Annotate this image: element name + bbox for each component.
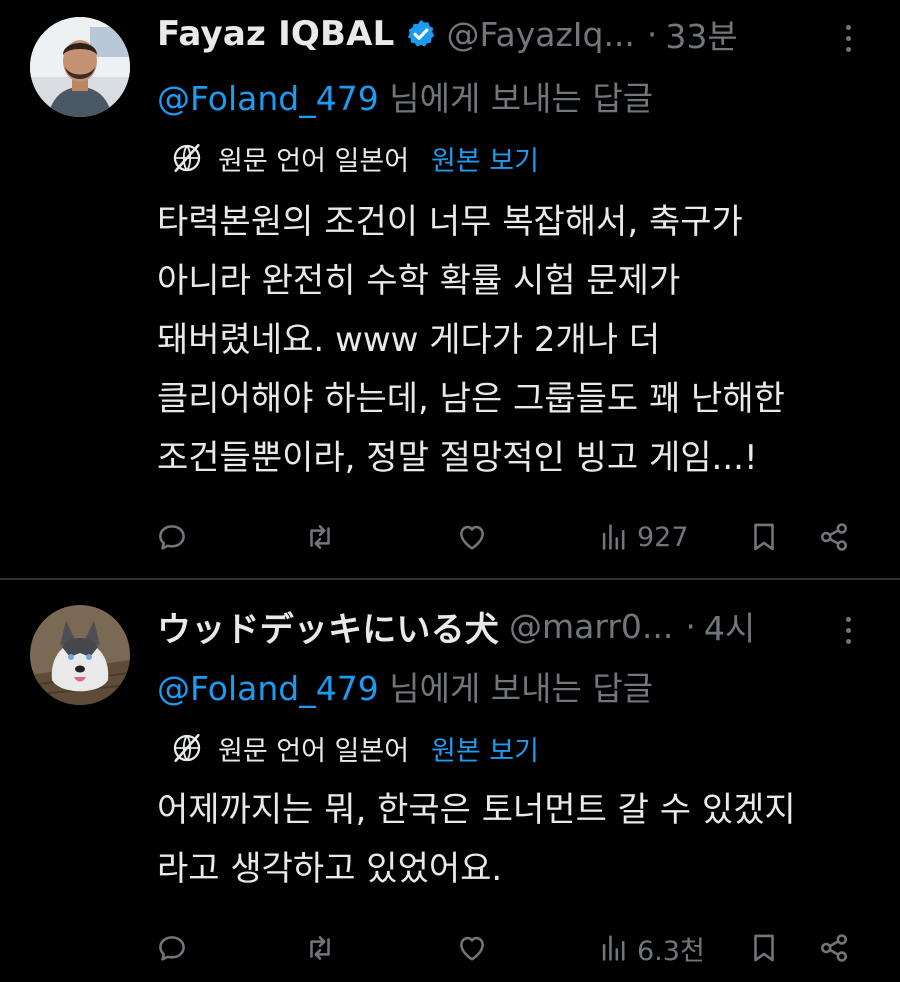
tweet[interactable]: Fayaz IQBAL @FayazIq... · 33분 @Foland_47… — [0, 0, 900, 578]
translation-note: 원문 언어 일본어 — [218, 145, 410, 177]
retweet-button[interactable] — [303, 926, 337, 970]
display-name[interactable]: ウッドデッキにいる犬 — [157, 602, 499, 651]
like-button[interactable] — [455, 926, 489, 970]
timestamp[interactable]: 33분 — [665, 10, 737, 58]
tweet-header: ウッドデッキにいる犬 @marr0... · 4시 — [157, 606, 755, 650]
translation-bar: 원문 언어 일본어 원본 보기 — [170, 138, 539, 178]
retweet-icon — [310, 936, 330, 960]
reply-context: @Foland_479 님에게 보내는 답글 — [157, 72, 653, 120]
verified-badge-icon — [407, 20, 434, 47]
share-button[interactable] — [817, 515, 851, 559]
like-icon — [460, 936, 484, 961]
reply-context: @Foland_479 님에게 보내는 답글 — [157, 662, 653, 710]
separator-dot: · — [646, 14, 658, 54]
views-button[interactable]: 6.3천 — [597, 926, 705, 970]
share-icon — [820, 934, 848, 962]
avatar[interactable] — [30, 605, 130, 705]
view-original-link[interactable]: 원본 보기 — [431, 729, 539, 768]
like-button[interactable] — [455, 515, 489, 559]
action-bar: 6.3천 — [155, 926, 860, 970]
action-bar: 927 — [155, 515, 860, 559]
separator-dot: · — [685, 606, 696, 646]
reply-button[interactable] — [155, 926, 189, 970]
translation-bar: 원문 언어 일본어 원본 보기 — [170, 728, 539, 768]
share-button[interactable] — [817, 926, 851, 970]
avatar[interactable] — [30, 17, 130, 117]
tweet[interactable]: ウッドデッキにいる犬 @marr0... · 4시 @Foland_479 님에… — [0, 580, 900, 982]
reply-icon — [159, 525, 185, 550]
views-button[interactable]: 927 — [597, 515, 689, 559]
share-icon — [820, 523, 848, 551]
more-icon[interactable] — [838, 610, 858, 650]
bookmark-button[interactable] — [747, 515, 781, 559]
reply-suffix: 님에게 보내는 답글 — [378, 79, 654, 118]
views-count: 927 — [637, 521, 689, 553]
views-icon — [602, 935, 625, 961]
view-original-link[interactable]: 원본 보기 — [431, 139, 539, 178]
retweet-button[interactable] — [303, 515, 337, 559]
retweet-icon — [310, 525, 330, 549]
translation-note: 원문 언어 일본어 — [218, 735, 410, 767]
translate-globe-icon — [173, 733, 201, 763]
handle[interactable]: @marr0... — [509, 607, 673, 646]
bookmark-button[interactable] — [747, 926, 781, 970]
reply-mention-link[interactable]: @Foland_479 — [157, 669, 379, 708]
views-icon — [602, 524, 625, 550]
bookmark-icon — [754, 523, 774, 551]
translate-globe-icon — [173, 143, 201, 173]
tweet-text: 어제까지는 뭐, 한국은 토너먼트 갈 수 있겠지 라고 생각하고 있었어요. — [157, 790, 796, 889]
bookmark-icon — [754, 934, 774, 962]
timestamp[interactable]: 4시 — [704, 602, 755, 650]
reply-icon — [159, 936, 185, 961]
like-icon — [460, 525, 484, 550]
tweet-header: Fayaz IQBAL @FayazIq... · 33분 — [157, 14, 738, 56]
display-name[interactable]: Fayaz IQBAL — [157, 14, 395, 54]
reply-suffix: 님에게 보내는 답글 — [378, 669, 654, 708]
handle[interactable]: @FayazIq... — [447, 15, 635, 54]
more-icon[interactable] — [838, 18, 858, 58]
views-count: 6.3천 — [637, 935, 705, 967]
reply-mention-link[interactable]: @Foland_479 — [157, 79, 379, 118]
reply-button[interactable] — [155, 515, 189, 559]
tweet-text: 타력본원의 조건이 너무 복잡해서, 축구가 아니라 완전히 수학 확률 시험 … — [157, 202, 785, 478]
